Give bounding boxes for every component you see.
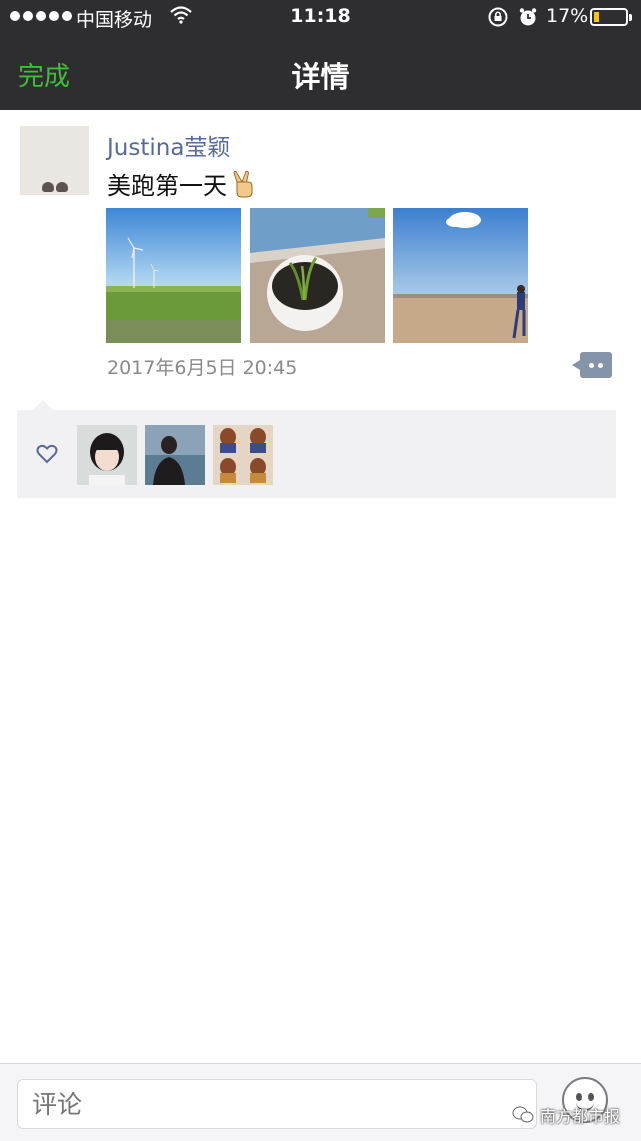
poster-avatar[interactable]: [20, 126, 89, 195]
watermark: 南方都市报: [512, 1103, 620, 1127]
comment-bar: [0, 1063, 641, 1141]
victory-hand-icon: [233, 170, 253, 197]
wind-turbines-field-image: [106, 208, 241, 343]
page-title: 详情: [291, 60, 350, 94]
status-bar: 中国移动 11:18 17%: [0, 0, 641, 36]
liker-avatar-1[interactable]: [77, 425, 137, 485]
comment-action-button[interactable]: [572, 352, 612, 378]
comment-input[interactable]: [17, 1079, 537, 1129]
post-timestamp: 2017年6月5日 20:45: [107, 357, 298, 379]
watermark-text: 南方都市报: [540, 1107, 621, 1126]
post-photo-1[interactable]: [106, 208, 241, 343]
post-text-content: 美跑第一天: [107, 172, 227, 200]
post-photo-2[interactable]: [250, 208, 385, 343]
liker-avatar-2[interactable]: [145, 425, 205, 485]
poster-username[interactable]: Justina莹颖: [107, 128, 230, 162]
sky-open-field-person-image: [393, 208, 528, 343]
heart-outline-icon: [36, 444, 58, 464]
post-photo-3[interactable]: [393, 208, 528, 343]
status-time: 11:18: [290, 5, 351, 27]
liker-avatar-3[interactable]: [213, 425, 273, 485]
likes-panel: [17, 400, 616, 498]
battery-percent: 17%: [546, 5, 589, 27]
post-text: 美跑第一天: [107, 166, 257, 201]
potted-seedling-image: [250, 208, 385, 343]
battery-icon: [590, 8, 632, 26]
alarm-icon: [519, 8, 537, 26]
top-bar: 中国移动 11:18 17% 完成 详情: [0, 0, 641, 110]
rotation-lock-icon: [488, 7, 508, 27]
wechat-logo-icon: [512, 1106, 534, 1123]
